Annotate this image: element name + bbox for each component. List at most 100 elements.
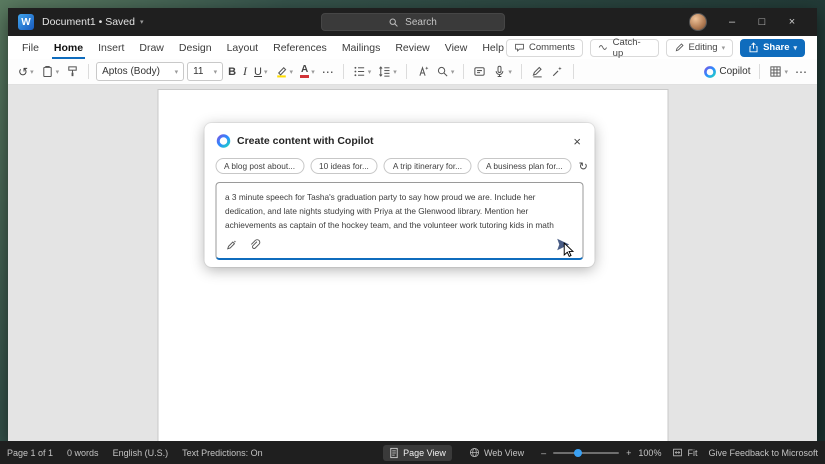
tab-home[interactable]: Home <box>51 36 86 59</box>
share-button[interactable]: Share ▾ <box>740 38 805 57</box>
text-highlight-button[interactable]: ▾ <box>273 63 296 80</box>
chevron-down-icon: ▾ <box>367 68 372 76</box>
zoom-level[interactable]: 100% <box>638 448 661 458</box>
language-indicator[interactable]: English (U.S.) <box>113 448 169 458</box>
reading-card-icon <box>474 67 485 76</box>
find-button[interactable]: ▾ <box>434 63 457 80</box>
catch-up-button[interactable]: Catch-up <box>589 37 659 59</box>
web-view-button[interactable]: Web View <box>463 445 530 460</box>
minimize-button[interactable]: – <box>717 8 747 36</box>
zoom-out-button[interactable]: – <box>541 448 546 458</box>
copilot-prompt-input[interactable]: a 3 minute speech for Tasha's graduation… <box>215 182 583 260</box>
document-title[interactable]: Document1 • Saved ▾ <box>42 16 144 28</box>
zoom-in-button[interactable]: + <box>626 448 631 458</box>
grid-view-button[interactable]: ▾ <box>767 63 790 80</box>
tab-draw[interactable]: Draw <box>137 36 166 59</box>
zoom-control: – + 100% <box>541 448 661 458</box>
more-toolbar-button[interactable]: ⋯ <box>793 64 809 80</box>
close-button[interactable]: × <box>777 8 807 36</box>
chip-blog-post[interactable]: A blog post about... <box>215 158 305 174</box>
status-bar: Page 1 of 1 0 words English (U.S.) Text … <box>0 441 825 464</box>
chevron-down-icon: ▾ <box>213 68 218 76</box>
font-name-value: Aptos (Body) <box>102 66 160 77</box>
chevron-down-icon: ▾ <box>174 68 179 76</box>
feedback-link[interactable]: Give Feedback to Microsoft <box>708 448 818 458</box>
font-size-select[interactable]: 11 ▾ <box>187 62 224 81</box>
zoom-slider-thumb[interactable] <box>574 448 583 457</box>
copilot-button[interactable]: Copilot <box>701 63 752 81</box>
maximize-button[interactable]: □ <box>747 8 777 36</box>
tab-help[interactable]: Help <box>480 36 506 59</box>
tab-references[interactable]: References <box>271 36 329 59</box>
toolbar-divider <box>463 64 465 79</box>
toolbar-divider <box>342 64 344 79</box>
more-font-options-button[interactable]: ⋯ <box>320 64 336 80</box>
chip-business-plan[interactable]: A business plan for... <box>477 158 572 174</box>
chip-ideas[interactable]: 10 ideas for... <box>310 158 378 174</box>
format-painter-button[interactable] <box>64 63 81 80</box>
more-icon: ⋯ <box>795 64 807 79</box>
undo-button[interactable]: ↺ ▾ <box>16 64 36 80</box>
chip-trip-itinerary[interactable]: A trip itinerary for... <box>383 158 472 174</box>
refresh-suggestions-button[interactable]: ↻ <box>579 160 588 173</box>
editor-button[interactable] <box>529 63 546 80</box>
page-view-button[interactable]: Page View <box>383 444 452 461</box>
fit-button[interactable]: Fit <box>672 447 697 458</box>
prompt-toolbar <box>225 237 574 257</box>
tab-design[interactable]: Design <box>177 36 214 59</box>
read-aloud-button[interactable] <box>471 63 488 80</box>
comments-button[interactable]: Comments <box>505 38 583 57</box>
tab-mailings[interactable]: Mailings <box>340 36 383 59</box>
pencil-icon <box>675 43 684 52</box>
chevron-down-icon: ▾ <box>139 19 144 26</box>
underline-label: U <box>254 65 262 78</box>
bullets-button[interactable]: ▾ <box>351 63 374 80</box>
word-count[interactable]: 0 words <box>67 448 99 458</box>
tab-review[interactable]: Review <box>393 36 431 59</box>
bullet-list-icon <box>354 66 364 77</box>
chevron-down-icon: ▾ <box>289 68 294 76</box>
document-page[interactable]: Create content with Copilot × A blog pos… <box>157 89 668 441</box>
tab-layout[interactable]: Layout <box>225 36 261 59</box>
underline-button[interactable]: U ▾ <box>252 64 269 80</box>
styles-button[interactable] <box>414 63 431 80</box>
paperclip-icon[interactable] <box>248 239 260 251</box>
search-input[interactable]: Search <box>320 13 505 31</box>
pen-sparkle-icon[interactable] <box>225 239 237 251</box>
globe-icon <box>469 447 479 458</box>
tab-view[interactable]: View <box>443 36 470 59</box>
bold-button[interactable]: B <box>226 64 238 80</box>
search-placeholder: Search <box>405 16 437 28</box>
ribbon-tab-bar: File Home Insert Draw Design Layout Refe… <box>8 36 817 59</box>
toolbar-divider <box>88 64 90 79</box>
chevron-down-icon: ▾ <box>793 44 797 52</box>
dictate-button[interactable]: ▾ <box>491 63 514 80</box>
rewrite-button[interactable] <box>549 63 566 80</box>
page-count[interactable]: Page 1 of 1 <box>7 448 53 458</box>
italic-button[interactable]: I <box>241 62 249 81</box>
editing-mode-button[interactable]: Editing ▾ <box>665 38 734 57</box>
font-color-button[interactable]: A ▾ <box>298 63 317 80</box>
titlebar-right: – □ × <box>689 8 807 36</box>
user-avatar[interactable] <box>689 13 707 31</box>
prompt-text[interactable]: a 3 minute speech for Tasha's graduation… <box>225 190 573 232</box>
toolbar-divider <box>759 64 761 79</box>
chevron-down-icon: ▾ <box>508 68 512 76</box>
paste-button[interactable]: ▾ <box>39 63 62 80</box>
font-name-select[interactable]: Aptos (Body) ▾ <box>96 62 185 81</box>
line-spacing-button[interactable]: ▾ <box>376 63 399 80</box>
dialog-close-button[interactable]: × <box>571 135 583 148</box>
font-size-value: 11 <box>193 66 204 77</box>
zoom-slider[interactable] <box>553 448 620 457</box>
chevron-down-icon: ▾ <box>55 68 60 76</box>
tab-insert[interactable]: Insert <box>96 36 126 59</box>
tab-file[interactable]: File <box>20 36 41 59</box>
send-button[interactable] <box>555 237 574 257</box>
fit-icon <box>673 448 683 457</box>
search-icon <box>389 18 398 27</box>
grid-icon <box>770 66 782 77</box>
text-predictions-indicator[interactable]: Text Predictions: On <box>182 448 263 458</box>
magic-wand-icon <box>552 66 562 77</box>
chevron-down-icon: ▾ <box>311 68 315 76</box>
word-window: W Document1 • Saved ▾ Search – □ × File … <box>8 8 817 441</box>
